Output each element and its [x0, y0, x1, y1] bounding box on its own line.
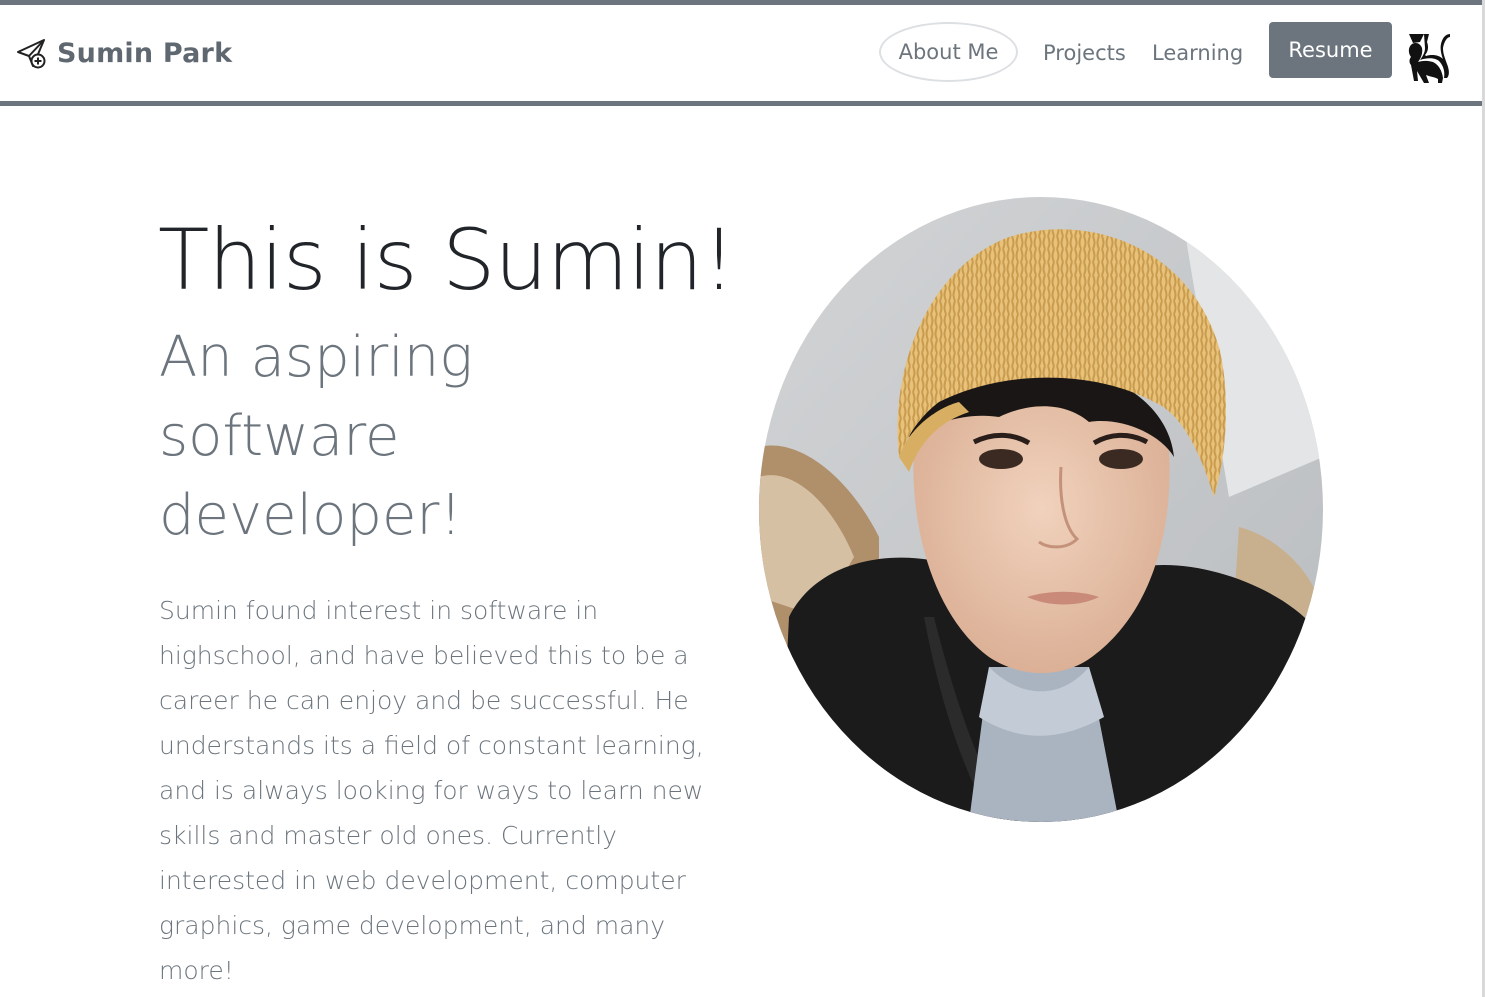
nav-link-learning[interactable]: Learning — [1152, 43, 1243, 64]
nav-link-projects[interactable]: Projects — [1043, 43, 1126, 64]
intro-paragraph: Sumin found interest in software in high… — [159, 596, 704, 985]
cat-icon[interactable] — [1404, 31, 1452, 85]
page-subtitle: An aspiring software developer! — [159, 325, 473, 548]
brand-link[interactable]: Sumin Park — [16, 37, 232, 69]
brand-name: Sumin Park — [57, 37, 233, 69]
profile-photo — [759, 197, 1323, 822]
navbar: Sumin Park About Me Projects Learning Re… — [0, 5, 1482, 106]
page-title: This is Sumin! — [158, 211, 736, 309]
resume-button[interactable]: Resume — [1269, 22, 1392, 78]
nav-link-about-me[interactable]: About Me — [879, 22, 1018, 82]
paper-plane-plus-icon — [17, 39, 46, 69]
